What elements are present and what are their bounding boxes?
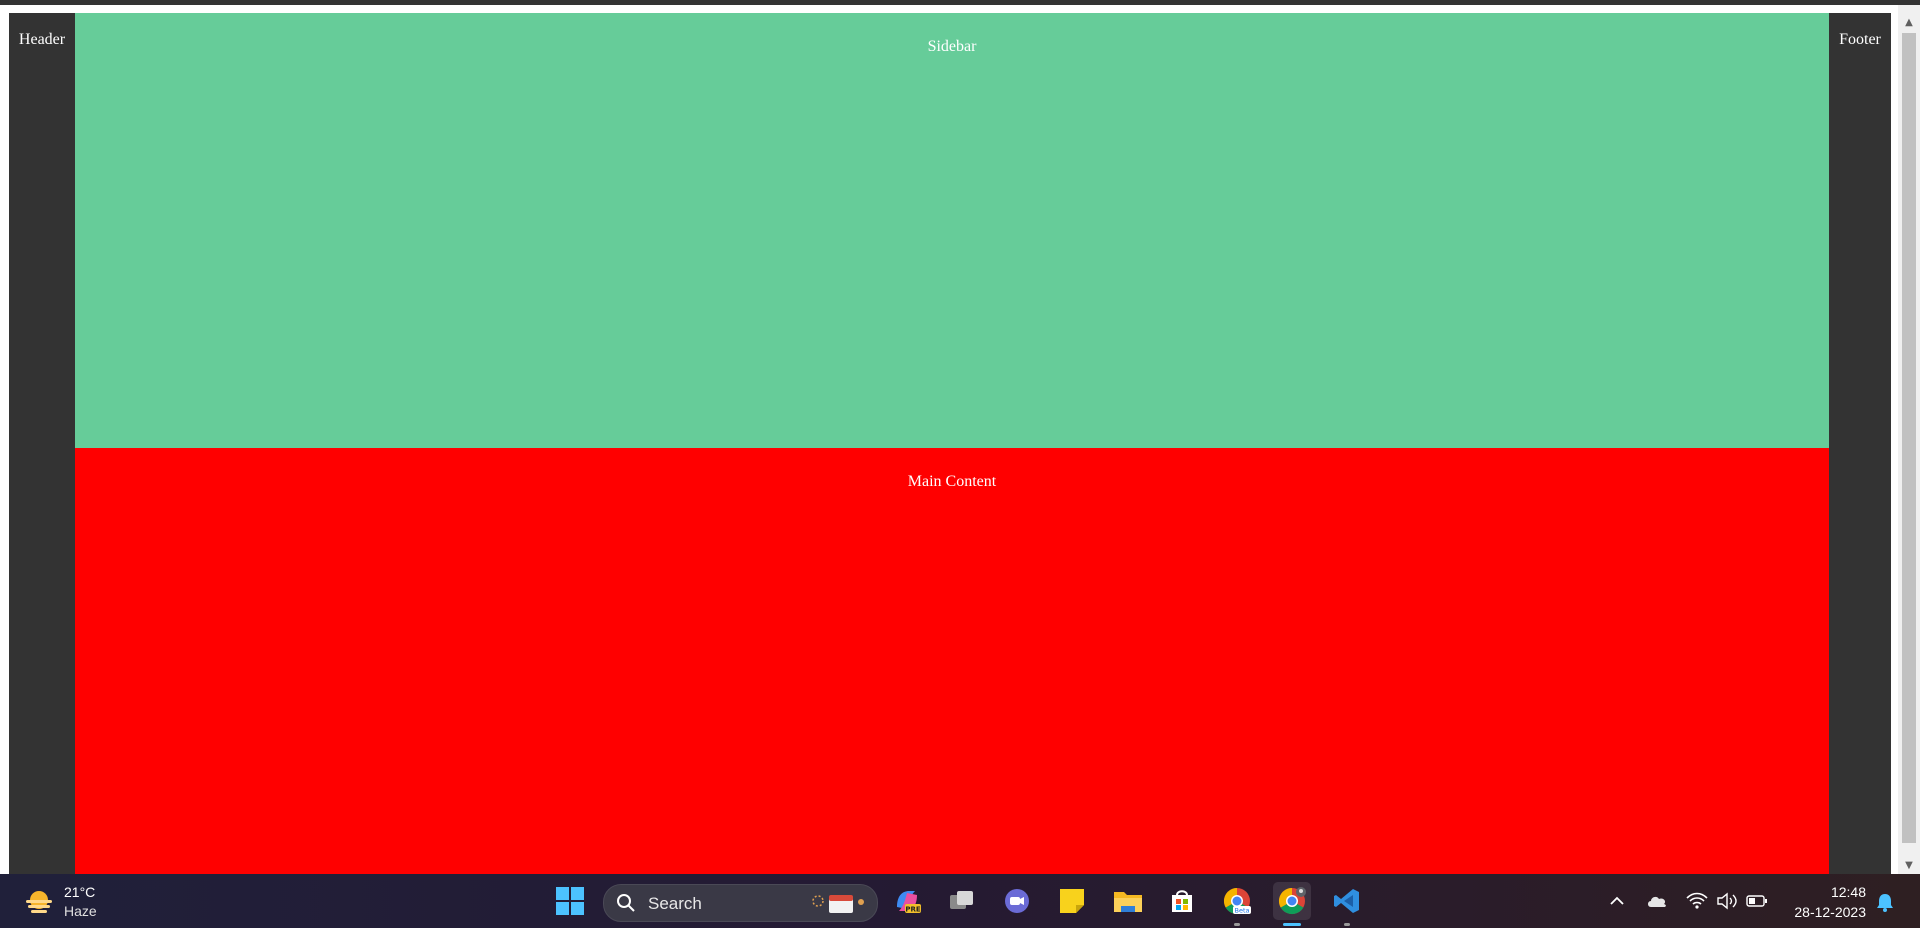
teams-chat-icon xyxy=(1005,889,1029,913)
wifi-icon[interactable] xyxy=(1686,892,1708,910)
sticky-notes-button[interactable] xyxy=(1053,882,1091,920)
folder-icon xyxy=(1114,892,1142,912)
sidebar-section: Sidebar xyxy=(75,13,1829,448)
svg-text:PRE: PRE xyxy=(905,906,921,914)
weather-condition: Haze xyxy=(64,903,97,919)
copilot-icon: PRE xyxy=(897,891,921,914)
chrome-button[interactable] xyxy=(1273,882,1311,926)
main-content-label: Main Content xyxy=(907,473,997,490)
footer-section: Footer xyxy=(1829,13,1891,874)
vs-code-button[interactable] xyxy=(1328,882,1366,926)
scroll-thumb[interactable] xyxy=(1902,33,1916,843)
start-button[interactable] xyxy=(551,882,589,920)
chrome-icon xyxy=(1278,887,1306,915)
teams-chat-button[interactable] xyxy=(998,882,1036,920)
running-indicator xyxy=(1234,923,1240,926)
sidebar-label: Sidebar xyxy=(927,38,977,55)
webpage-viewport: Header Sidebar Main Content Footer xyxy=(0,5,1898,874)
microsoft-store-button[interactable] xyxy=(1163,882,1201,920)
header-section: Header xyxy=(9,13,75,874)
task-view-icon xyxy=(950,891,973,909)
sticky-notes-icon xyxy=(1060,889,1084,913)
running-indicator xyxy=(1344,923,1350,926)
chevron-up-icon[interactable] xyxy=(1608,892,1626,910)
footer-label: Footer xyxy=(1839,31,1881,48)
volume-icon[interactable] xyxy=(1716,892,1738,910)
clock-time: 12:48 xyxy=(1830,884,1866,900)
windows-logo-icon xyxy=(556,887,584,915)
file-explorer-button[interactable] xyxy=(1108,882,1146,920)
header-label: Header xyxy=(18,31,66,48)
vscode-icon xyxy=(1334,889,1359,913)
main-content-section: Main Content xyxy=(75,448,1829,874)
task-view-button[interactable] xyxy=(943,882,981,920)
search-highlight-calendar-icon xyxy=(812,895,864,913)
notification-bell-icon[interactable] xyxy=(1875,892,1895,912)
chrome-beta-button[interactable]: Beta xyxy=(1218,882,1256,926)
onedrive-cloud-icon[interactable] xyxy=(1646,892,1668,910)
weather-temperature: 21°C xyxy=(64,884,96,900)
taskbar-search-box[interactable]: Search xyxy=(603,884,878,922)
search-label: Search xyxy=(648,894,702,913)
scroll-up-arrow-icon[interactable]: ▲ xyxy=(1898,15,1920,31)
svg-text:Beta: Beta xyxy=(1235,907,1250,915)
battery-icon[interactable] xyxy=(1746,892,1768,910)
windows-taskbar: 21°C Haze Search PRE Beta 12:48 28-12-20… xyxy=(0,874,1920,928)
active-indicator xyxy=(1283,923,1301,926)
chrome-beta-icon: Beta xyxy=(1223,887,1251,915)
clock-date: 28-12-2023 xyxy=(1794,904,1866,920)
search-icon xyxy=(617,894,635,912)
copilot-button[interactable]: PRE xyxy=(888,882,926,920)
system-clock[interactable]: 12:48 28-12-2023 xyxy=(1782,882,1866,922)
vertical-scrollbar[interactable]: ▲ ▼ xyxy=(1898,5,1920,874)
weather-sun-haze-icon xyxy=(26,891,52,913)
store-icon xyxy=(1172,890,1192,912)
scroll-down-arrow-icon[interactable]: ▼ xyxy=(1898,858,1920,874)
